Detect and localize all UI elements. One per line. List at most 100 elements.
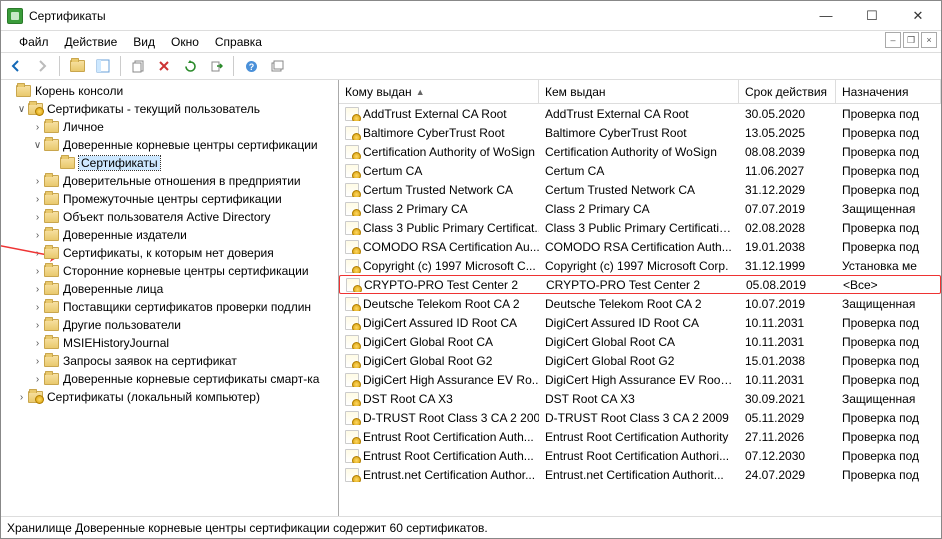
tree-smartcard[interactable]: ›Доверенные корневые сертификаты смарт-к… xyxy=(1,370,338,388)
table-row[interactable]: DigiCert Assured ID Root CADigiCert Assu… xyxy=(339,313,941,332)
mdi-close-button[interactable]: × xyxy=(921,32,937,48)
tree-third-party[interactable]: ›Сторонние корневые центры сертификации xyxy=(1,262,338,280)
menu-file[interactable]: Файл xyxy=(11,34,57,50)
cell-issued-to: DigiCert Assured ID Root CA xyxy=(363,316,517,330)
cell-issued-to: Deutsche Telekom Root CA 2 xyxy=(363,297,520,311)
table-row[interactable]: Certification Authority of WoSignCertifi… xyxy=(339,142,941,161)
certificate-icon xyxy=(345,164,359,178)
tree-trusted-people[interactable]: ›Доверенные лица xyxy=(1,280,338,298)
cell-expiry: 19.01.2038 xyxy=(739,240,836,254)
tree-auth-providers[interactable]: ›Поставщики сертификатов проверки подлин xyxy=(1,298,338,316)
tree-trusted-pub[interactable]: ›Доверенные издатели xyxy=(1,226,338,244)
table-row[interactable]: DigiCert High Assurance EV Ro...DigiCert… xyxy=(339,370,941,389)
table-row[interactable]: Entrust Root Certification Auth...Entrus… xyxy=(339,446,941,465)
tree-personal[interactable]: ›Личное xyxy=(1,118,338,136)
tree-untrusted[interactable]: ›Сертификаты, к которым нет доверия xyxy=(1,244,338,262)
cell-expiry: 31.12.1999 xyxy=(739,259,836,273)
tree-cert-local[interactable]: ›Сертификаты (локальный компьютер) xyxy=(1,388,338,406)
tree-label: Сертификаты (локальный компьютер) xyxy=(47,390,260,404)
new-window-button[interactable] xyxy=(266,55,288,77)
table-row[interactable]: D-TRUST Root Class 3 CA 2 2009D-TRUST Ro… xyxy=(339,408,941,427)
mdi-restore-button[interactable]: ❐ xyxy=(903,32,919,48)
table-row[interactable]: Class 3 Public Primary Certificat...Clas… xyxy=(339,218,941,237)
table-row[interactable]: DigiCert Global Root CADigiCert Global R… xyxy=(339,332,941,351)
col-expiry[interactable]: Срок действия xyxy=(739,80,836,103)
cell-purpose: Проверка под xyxy=(836,316,941,330)
forward-button[interactable] xyxy=(31,55,53,77)
certificate-icon xyxy=(345,411,359,425)
table-row[interactable]: COMODO RSA Certification Au...COMODO RSA… xyxy=(339,237,941,256)
export-button[interactable] xyxy=(205,55,227,77)
col-issued-to[interactable]: Кому выдан▲ xyxy=(339,80,539,103)
table-row[interactable]: DST Root CA X3DST Root CA X330.09.2021За… xyxy=(339,389,941,408)
certificate-icon xyxy=(345,183,359,197)
table-row[interactable]: Certum CACertum CA11.06.2027Проверка под xyxy=(339,161,941,180)
table-row[interactable]: Deutsche Telekom Root CA 2Deutsche Telek… xyxy=(339,294,941,313)
tree-cert-user[interactable]: ∨Сертификаты - текущий пользователь xyxy=(1,100,338,118)
show-tree-button[interactable] xyxy=(92,55,114,77)
list-pane: Кому выдан▲ Кем выдан Срок действия Назн… xyxy=(339,80,941,516)
certificate-icon xyxy=(345,354,359,368)
delete-button[interactable] xyxy=(153,55,175,77)
close-button[interactable]: ✕ xyxy=(895,1,941,31)
menubar: Файл Действие Вид Окно Справка – ❐ × xyxy=(1,31,941,52)
cell-expiry: 02.08.2028 xyxy=(739,221,836,235)
cell-purpose: Защищенная xyxy=(836,297,941,311)
mdi-minimize-button[interactable]: – xyxy=(885,32,901,48)
tree-intermediate[interactable]: ›Промежуточные центры сертификации xyxy=(1,190,338,208)
refresh-button[interactable] xyxy=(179,55,201,77)
table-row[interactable]: Copyright (c) 1997 Microsoft C...Copyrig… xyxy=(339,256,941,275)
titlebar: Сертификаты — ☐ ✕ xyxy=(1,1,941,31)
cell-purpose: Защищенная xyxy=(836,392,941,406)
table-row[interactable]: DigiCert Global Root G2DigiCert Global R… xyxy=(339,351,941,370)
cell-expiry: 10.11.2031 xyxy=(739,335,836,349)
col-purpose[interactable]: Назначения xyxy=(836,80,941,103)
table-row[interactable]: Entrust.net Certification Author...Entru… xyxy=(339,465,941,484)
tree-ad-user[interactable]: ›Объект пользователя Active Directory xyxy=(1,208,338,226)
col-label: Срок действия xyxy=(745,85,827,99)
cell-purpose: Установка ме xyxy=(836,259,941,273)
cell-purpose: Проверка под xyxy=(836,411,941,425)
certificate-icon xyxy=(345,126,359,140)
up-folder-button[interactable] xyxy=(66,55,88,77)
tree-certificates[interactable]: Сертификаты xyxy=(1,154,338,172)
table-row[interactable]: Entrust Root Certification Auth...Entrus… xyxy=(339,427,941,446)
list-body[interactable]: AddTrust External CA RootAddTrust Extern… xyxy=(339,104,941,516)
menu-help[interactable]: Справка xyxy=(207,34,270,50)
tree-enterprise[interactable]: ›Доверительные отношения в предприятии xyxy=(1,172,338,190)
table-row[interactable]: Class 2 Primary CAClass 2 Primary CA07.0… xyxy=(339,199,941,218)
cell-issued-to: DigiCert Global Root CA xyxy=(363,335,493,349)
menu-action[interactable]: Действие xyxy=(57,34,126,50)
tree-trusted-roots[interactable]: ∨Доверенные корневые центры сертификации xyxy=(1,136,338,154)
table-row[interactable]: CRYPTO-PRO Test Center 2CRYPTO-PRO Test … xyxy=(339,275,941,294)
tree-cert-requests[interactable]: ›Запросы заявок на сертификат xyxy=(1,352,338,370)
tree-label: Сертификаты - текущий пользователь xyxy=(47,102,260,116)
cell-purpose: Проверка под xyxy=(836,145,941,159)
cell-expiry: 10.07.2019 xyxy=(739,297,836,311)
cell-issued-by: Certum CA xyxy=(539,164,739,178)
back-button[interactable] xyxy=(5,55,27,77)
maximize-button[interactable]: ☐ xyxy=(849,1,895,31)
app-icon xyxy=(7,8,23,24)
tree-msie[interactable]: ›MSIEHistoryJournal xyxy=(1,334,338,352)
copy-button[interactable] xyxy=(127,55,149,77)
certificate-icon xyxy=(345,202,359,216)
help-button[interactable]: ? xyxy=(240,55,262,77)
tree-pane[interactable]: Корень консоли ∨Сертификаты - текущий по… xyxy=(1,80,339,516)
certificate-icon xyxy=(345,468,359,482)
tree-other-users[interactable]: ›Другие пользователи xyxy=(1,316,338,334)
table-row[interactable]: Certum Trusted Network CACertum Trusted … xyxy=(339,180,941,199)
tree-root[interactable]: Корень консоли xyxy=(1,82,338,100)
table-row[interactable]: AddTrust External CA RootAddTrust Extern… xyxy=(339,104,941,123)
cell-purpose: Проверка под xyxy=(836,126,941,140)
cell-purpose: Проверка под xyxy=(836,183,941,197)
certificate-icon xyxy=(345,221,359,235)
col-issued-by[interactable]: Кем выдан xyxy=(539,80,739,103)
tree-label: Сертификаты, к которым нет доверия xyxy=(63,246,274,260)
menu-view[interactable]: Вид xyxy=(125,34,163,50)
cell-expiry: 05.08.2019 xyxy=(740,278,837,292)
certificate-icon xyxy=(345,107,359,121)
minimize-button[interactable]: — xyxy=(803,1,849,31)
menu-window[interactable]: Окно xyxy=(163,34,207,50)
table-row[interactable]: Baltimore CyberTrust RootBaltimore Cyber… xyxy=(339,123,941,142)
